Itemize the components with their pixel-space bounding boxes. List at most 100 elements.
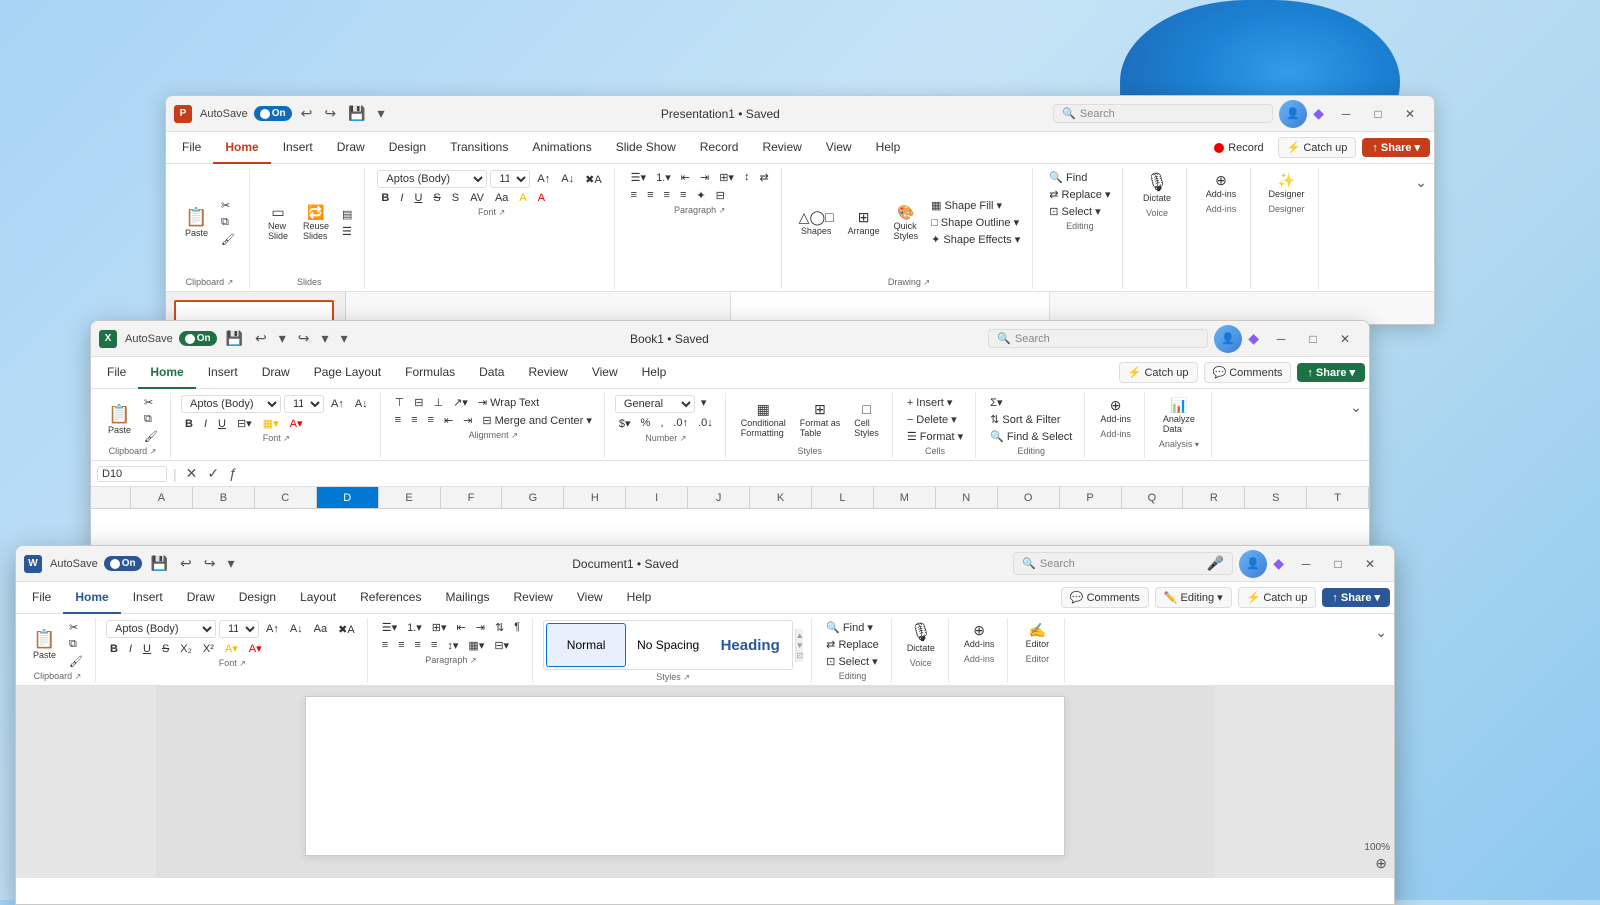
word-addins-btn[interactable]: ⊕ Add-ins	[959, 620, 1000, 652]
xl-col-d[interactable]: D	[317, 487, 379, 508]
ppt-tab-draw[interactable]: Draw	[325, 132, 377, 164]
word-tab-view[interactable]: View	[565, 582, 615, 614]
ppt-shape-effects[interactable]: ✦ Shape Effects ▾	[927, 232, 1024, 247]
styles-scroll-up[interactable]: ▲	[796, 631, 804, 640]
ppt-paste-btn[interactable]: 📋 Paste	[180, 205, 213, 241]
ppt-tab-home[interactable]: Home	[213, 132, 270, 164]
xl-tab-draw[interactable]: Draw	[250, 357, 302, 389]
ppt-share-button[interactable]: ↑ Share ▾	[1362, 138, 1430, 157]
word-clear-format[interactable]: ✖A	[334, 622, 359, 637]
xl-copy-btn[interactable]: ⧉	[140, 412, 162, 427]
ppt-select-btn[interactable]: ⊡ Select ▾	[1045, 204, 1114, 219]
ppt-clear-format[interactable]: ✖A	[581, 172, 606, 187]
ppt-font-shrink[interactable]: A↓	[557, 172, 578, 186]
ppt-tab-file[interactable]: File	[170, 132, 213, 164]
ppt-strikethrough[interactable]: S	[429, 191, 444, 205]
xl-col-t[interactable]: T	[1307, 487, 1369, 508]
word-tab-help[interactable]: Help	[615, 582, 664, 614]
ppt-close[interactable]: ✕	[1394, 100, 1426, 128]
xl-search-box[interactable]: 🔍 Search	[988, 329, 1208, 348]
ppt-text-dir[interactable]: ⇄	[755, 170, 772, 185]
word-redo[interactable]: ↪	[201, 553, 219, 574]
xl-tab-view[interactable]: View	[580, 357, 630, 389]
xl-col-e[interactable]: E	[379, 487, 441, 508]
ppt-format-painter-btn[interactable]: 🖌	[217, 232, 239, 247]
ppt-justify[interactable]: ≡	[676, 188, 690, 203]
xl-comments-button[interactable]: 💬 Comments	[1204, 362, 1292, 383]
ppt-find-btn[interactable]: 🔍 Find	[1045, 170, 1114, 185]
ppt-designer-btn[interactable]: ✨ Designer	[1263, 170, 1309, 202]
xl-format-table-btn[interactable]: ⊞ Format asTable	[795, 399, 846, 441]
word-indent-less[interactable]: ⇤	[453, 620, 470, 635]
xl-name-box[interactable]: D10	[97, 466, 167, 482]
word-change-case[interactable]: Aa	[310, 622, 331, 636]
ppt-arrange-btn[interactable]: ⊞ Arrange	[843, 207, 885, 239]
xl-align-left[interactable]: ≡	[391, 413, 405, 428]
word-highlight[interactable]: A▾	[221, 641, 242, 656]
xl-decimal-more[interactable]: .0↑	[669, 416, 692, 431]
word-save-icon[interactable]: 💾	[148, 553, 171, 574]
xl-percent-btn[interactable]: %	[637, 416, 655, 431]
xl-find-select-btn[interactable]: 🔍 Find & Select	[986, 429, 1076, 444]
ppt-font-color[interactable]: A	[534, 191, 549, 205]
xl-font-color[interactable]: A▾	[286, 416, 307, 431]
xl-align-right[interactable]: ≡	[424, 413, 438, 428]
word-tab-insert[interactable]: Insert	[121, 582, 175, 614]
ppt-addins-btn[interactable]: ⊕ Add-ins	[1201, 170, 1242, 202]
ppt-cut-btn[interactable]: ✂	[217, 198, 239, 213]
styles-expand[interactable]: ⊡	[796, 651, 803, 660]
xl-align-middle[interactable]: ⊟	[410, 395, 427, 410]
xl-close[interactable]: ✕	[1329, 325, 1361, 353]
ppt-underline[interactable]: U	[410, 191, 426, 205]
word-cut-btn[interactable]: ✂	[65, 620, 87, 635]
xl-redo[interactable]: ↪	[295, 328, 313, 349]
xl-font-grow[interactable]: A↑	[327, 397, 348, 411]
ppt-save-icon[interactable]: 💾	[345, 103, 368, 124]
word-editing-button[interactable]: ✏️ Editing ▾	[1155, 587, 1232, 608]
ppt-shape-outline[interactable]: □ Shape Outline ▾	[927, 215, 1024, 230]
word-bold[interactable]: B	[106, 642, 122, 656]
word-font-size[interactable]: 11	[219, 620, 259, 638]
xl-dollar-btn[interactable]: $▾	[615, 416, 635, 431]
xl-tab-help[interactable]: Help	[630, 357, 679, 389]
word-font-family[interactable]: Aptos (Body)	[106, 620, 216, 638]
ppt-highlight[interactable]: A	[515, 191, 530, 205]
ppt-tab-insert[interactable]: Insert	[271, 132, 325, 164]
ppt-font-family[interactable]: Aptos (Body)	[377, 170, 487, 188]
ppt-search-box[interactable]: 🔍 Search	[1053, 104, 1273, 123]
xl-text-angle[interactable]: ↗▾	[449, 395, 472, 410]
xl-col-l[interactable]: L	[812, 487, 874, 508]
xl-align-center[interactable]: ≡	[407, 413, 421, 428]
xl-formula-confirm[interactable]: ✓	[204, 463, 222, 484]
word-shading[interactable]: ▦▾	[464, 638, 488, 653]
ppt-copilot-icon[interactable]: ◆	[1313, 105, 1324, 122]
ppt-redo[interactable]: ↪	[321, 103, 339, 124]
xl-insert-function[interactable]: ƒ	[226, 463, 240, 484]
word-justify[interactable]: ≡	[427, 638, 441, 653]
word-tab-references[interactable]: References	[348, 582, 433, 614]
ppt-tab-review[interactable]: Review	[750, 132, 813, 164]
word-close[interactable]: ✕	[1354, 550, 1386, 578]
word-format-painter-btn[interactable]: 🖌	[65, 654, 87, 669]
xl-col-i[interactable]: I	[626, 487, 688, 508]
xl-indent-less[interactable]: ⇤	[440, 413, 457, 428]
word-font-shrink[interactable]: A↓	[286, 622, 307, 636]
ppt-more-tools[interactable]: ▾	[375, 103, 388, 124]
word-zoom-icon[interactable]: ⊕	[1372, 853, 1390, 874]
xl-maximize[interactable]: □	[1297, 325, 1329, 353]
xl-tab-formulas[interactable]: Formulas	[393, 357, 467, 389]
word-align-left[interactable]: ≡	[378, 638, 392, 653]
word-tab-design[interactable]: Design	[227, 582, 288, 614]
ppt-bold[interactable]: B	[377, 191, 393, 205]
ppt-shadow[interactable]: S	[448, 191, 463, 205]
word-dictate-btn[interactable]: 🎙 Dictate	[902, 620, 940, 656]
xl-ribbon-expand-btn[interactable]: ⌄	[1347, 397, 1365, 418]
xl-font-shrink[interactable]: A↓	[351, 397, 372, 411]
ppt-reuse-slides-btn[interactable]: 🔁 ReuseSlides	[298, 202, 334, 244]
ppt-numbering[interactable]: 1.▾	[652, 170, 675, 185]
ppt-autosave-toggle[interactable]: On	[254, 106, 292, 121]
xl-sum-btn[interactable]: Σ▾	[986, 395, 1076, 410]
xl-more-tools[interactable]: ▾	[338, 328, 351, 349]
xl-col-b[interactable]: B	[193, 487, 255, 508]
ppt-col-layout[interactable]: ⊞▾	[715, 170, 738, 185]
